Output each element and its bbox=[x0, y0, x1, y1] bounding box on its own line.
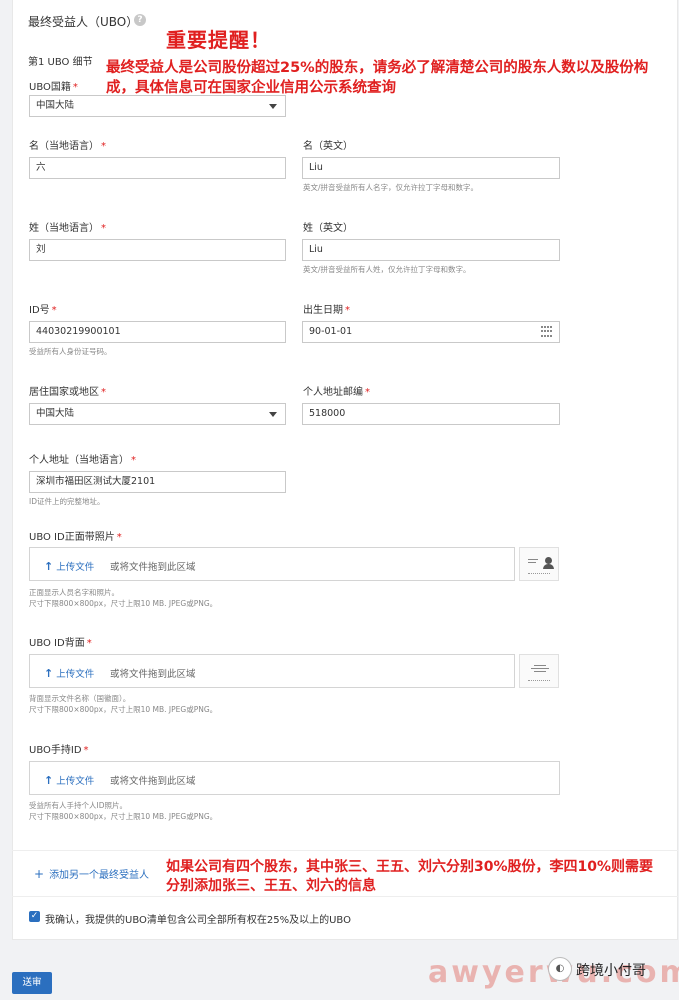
chevron-down-icon bbox=[269, 412, 277, 417]
confirm-text: 我确认，我提供的UBO清单包含公司全部所有权在25%及以上的UBO bbox=[45, 915, 351, 926]
submit-button[interactable]: 送审 bbox=[12, 972, 52, 994]
section-title: 第1 UBO 细节 bbox=[28, 57, 93, 68]
upload-handheld-label: UBO手持ID * bbox=[29, 745, 89, 756]
upload-back-button[interactable]: ↑ 上传文件 bbox=[44, 666, 94, 680]
chevron-down-icon bbox=[269, 104, 277, 109]
birth-date-label: 出生日期 * bbox=[303, 305, 350, 316]
page-title: 最终受益人（UBO） bbox=[28, 15, 139, 29]
upload-back-label: UBO ID背面 * bbox=[29, 638, 92, 649]
add-ubo-note: 如果公司有四个股东，其中张三、王五、刘六分别30%股份，李四10%则需要分别添加… bbox=[166, 859, 654, 894]
upload-icon: ↑ bbox=[44, 667, 54, 680]
upload-back-dropzone[interactable]: ↑ 上传文件 或将文件拖到此区域 bbox=[29, 654, 515, 688]
last-name-local-input[interactable]: 刘 bbox=[29, 239, 286, 261]
postcode-input[interactable]: 518000 bbox=[302, 403, 560, 425]
address-label: 个人地址（当地语言） * bbox=[29, 455, 136, 466]
id-number-label: ID号 * bbox=[29, 305, 57, 316]
warning-title: 重要提醒！ bbox=[166, 28, 271, 52]
confirm-checkbox[interactable]: ✓ bbox=[29, 911, 40, 922]
last-name-en-input[interactable]: Liu bbox=[302, 239, 560, 261]
upload-icon: ↑ bbox=[44, 774, 54, 787]
upload-front-hint1: 正面显示人员名字和照片。 bbox=[29, 588, 119, 597]
first-name-en-input[interactable]: Liu bbox=[302, 157, 560, 179]
nationality-label: UBO国籍 * bbox=[29, 82, 78, 93]
residence-label: 居住国家或地区 * bbox=[29, 387, 106, 398]
residence-select[interactable]: 中国大陆 bbox=[29, 403, 286, 425]
address-input[interactable]: 深圳市福田区测试大厦2101 bbox=[29, 471, 286, 493]
check-icon: ✓ bbox=[30, 911, 39, 921]
first-name-local-input[interactable]: 六 bbox=[29, 157, 286, 179]
id-back-sample-icon bbox=[519, 654, 559, 688]
upload-front-hint2: 尺寸下限800×800px，尺寸上限10 MB. JPEG或PNG。 bbox=[29, 599, 218, 608]
birth-date-input[interactable]: 90-01-01 bbox=[302, 321, 560, 343]
upload-front-button[interactable]: ↑ 上传文件 bbox=[44, 559, 94, 573]
upload-front-label: UBO ID正面带照片 * bbox=[29, 532, 122, 543]
first-name-en-hint: 英文/拼音受益所有人名字，仅允许拉丁字母和数字。 bbox=[303, 183, 479, 192]
upload-icon: ↑ bbox=[44, 560, 54, 573]
help-icon[interactable]: ? bbox=[134, 14, 146, 26]
divider bbox=[12, 896, 678, 897]
wechat-logo-icon: ◐ bbox=[548, 957, 572, 981]
last-name-en-label: 姓（英文） bbox=[303, 223, 353, 234]
upload-front-dropzone[interactable]: ↑ 上传文件 或将文件拖到此区域 bbox=[29, 547, 515, 581]
upload-handheld-hint2: 尺寸下限800×800px，尺寸上限10 MB. JPEG或PNG。 bbox=[29, 812, 218, 821]
first-name-local-label: 名（当地语言） * bbox=[29, 141, 106, 152]
id-number-hint: 受益所有人身份证号码。 bbox=[29, 347, 112, 356]
upload-handheld-hint1: 受益所有人手持个人ID照片。 bbox=[29, 801, 127, 810]
upload-handheld-dropzone[interactable]: ↑ 上传文件 或将文件拖到此区域 bbox=[29, 761, 560, 795]
last-name-en-hint: 英文/拼音受益所有人姓，仅允许拉丁字母和数字。 bbox=[303, 265, 471, 274]
id-number-input[interactable]: 44030219900101 bbox=[29, 321, 286, 343]
last-name-local-label: 姓（当地语言） * bbox=[29, 223, 106, 234]
upload-back-drop-text: 或将文件拖到此区域 bbox=[110, 669, 196, 680]
add-ubo-button[interactable]: + 添加另一个最终受益人 bbox=[34, 866, 149, 881]
divider bbox=[12, 850, 678, 851]
nationality-select[interactable]: 中国大陆 bbox=[29, 95, 286, 117]
upload-handheld-button[interactable]: ↑ 上传文件 bbox=[44, 773, 94, 787]
warning-body: 最终受益人是公司股份超过25%的股东，请务必了解清楚公司的股东人数以及股份构成，… bbox=[106, 60, 649, 96]
upload-handheld-drop-text: 或将文件拖到此区域 bbox=[110, 776, 196, 787]
id-front-sample-icon bbox=[519, 547, 559, 581]
first-name-en-label: 名（英文） bbox=[303, 141, 353, 152]
upload-front-drop-text: 或将文件拖到此区域 bbox=[110, 562, 196, 573]
plus-icon: + bbox=[34, 867, 45, 881]
watermark-name: 跨境小付哥 bbox=[576, 963, 646, 979]
upload-back-hint2: 尺寸下限800×800px，尺寸上限10 MB. JPEG或PNG。 bbox=[29, 705, 218, 714]
calendar-icon[interactable] bbox=[541, 326, 553, 338]
postcode-label: 个人地址邮编 * bbox=[303, 387, 370, 398]
upload-back-hint1: 背面显示文件名称（国徽面）。 bbox=[29, 694, 131, 703]
address-hint: ID证件上的完整地址。 bbox=[29, 497, 105, 506]
